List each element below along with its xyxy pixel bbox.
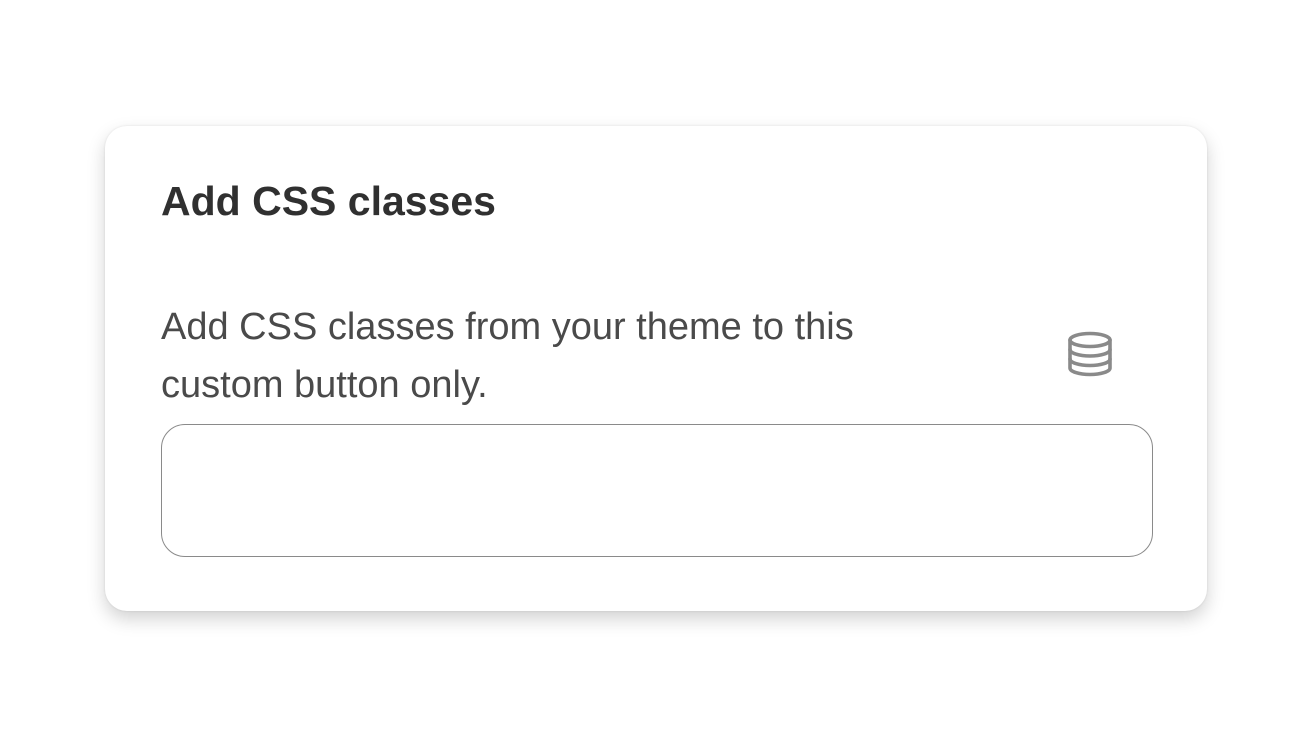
field-label: Add CSS classes from your theme to this … (161, 298, 1041, 414)
field-label-line: Add CSS classes from your theme to this (161, 306, 854, 348)
css-classes-card: Add CSS classes Add CSS classes from you… (105, 126, 1207, 611)
css-classes-input[interactable] (161, 424, 1153, 557)
field-label-line: custom button only. (161, 364, 488, 406)
dynamic-source-button[interactable] (1060, 324, 1120, 384)
database-icon (1068, 331, 1112, 377)
card-title: Add CSS classes (161, 178, 496, 224)
